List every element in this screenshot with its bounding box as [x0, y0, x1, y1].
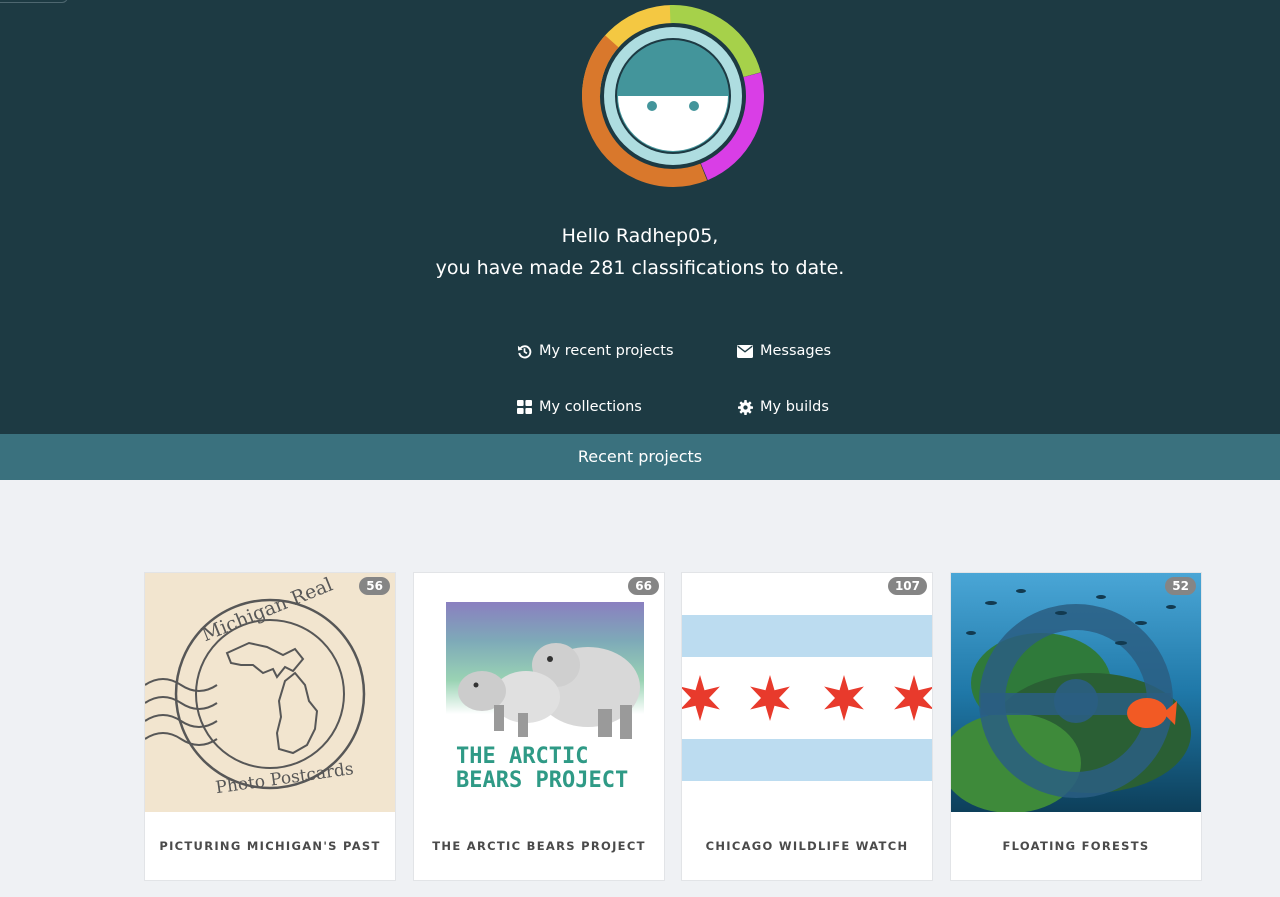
project-card-floating-forests[interactable]: 52 FLOATING FORESTS: [950, 572, 1202, 881]
hero-header: Hello Radhep05, you have made 281 classi…: [0, 0, 1280, 434]
project-name: CHICAGO WILDLIFE WATCH: [705, 839, 909, 853]
corner-tab[interactable]: [0, 0, 68, 3]
project-card-arctic-bears[interactable]: THE ARCTIC BEARS PROJECT 66 THE ARCTIC B…: [413, 572, 665, 881]
greeting-line-2: you have made 281 classifications to dat…: [435, 257, 845, 279]
grid-icon: [516, 399, 532, 415]
collections-link[interactable]: My collections: [516, 396, 642, 418]
gear-icon: [737, 399, 753, 415]
builds-label: My builds: [760, 399, 829, 415]
project-card-chicago-wildlife-watch[interactable]: 107 CHICAGO WILDLIFE WATCH: [681, 572, 933, 881]
project-count-badge: 52: [1165, 577, 1196, 595]
project-card-picturing-michigans-past[interactable]: Michigan Real Photo Postcards 56 PICTURI…: [144, 572, 396, 881]
greeting-line-1: Hello Radhep05,: [561, 225, 719, 247]
project-name: FLOATING FORESTS: [1002, 839, 1150, 853]
arctic-logo-line-1: THE ARCTIC: [456, 744, 588, 769]
project-name: THE ARCTIC BEARS PROJECT: [432, 839, 646, 853]
recent-projects-heading: Recent projects: [0, 434, 1280, 480]
collections-label: My collections: [539, 399, 642, 415]
messages-link[interactable]: Messages: [737, 340, 831, 362]
messages-label: Messages: [760, 343, 832, 359]
project-thumbnail-floating-forests: [951, 573, 1201, 812]
greeting: Hello Radhep05, you have made 281 classi…: [0, 220, 1280, 284]
history-icon: [516, 343, 532, 359]
project-count-badge: 56: [359, 577, 390, 595]
user-avatar[interactable]: [582, 5, 764, 188]
arctic-logo-line-2: BEARS PROJECT: [456, 768, 628, 793]
project-thumbnail-chicago-flag: [682, 573, 932, 812]
builds-link[interactable]: My builds: [737, 396, 829, 418]
project-count-badge: 66: [628, 577, 659, 595]
project-count-badge: 107: [887, 577, 927, 595]
recent-projects-label: My recent projects: [539, 343, 674, 359]
project-thumbnail-arctic-bears: THE ARCTIC BEARS PROJECT: [414, 573, 664, 812]
recent-projects-link[interactable]: My recent projects: [516, 340, 674, 362]
envelope-icon: [737, 343, 753, 359]
project-name: PICTURING MICHIGAN'S PAST: [159, 839, 381, 853]
project-thumbnail-michigan: Michigan Real Photo Postcards: [145, 573, 395, 812]
